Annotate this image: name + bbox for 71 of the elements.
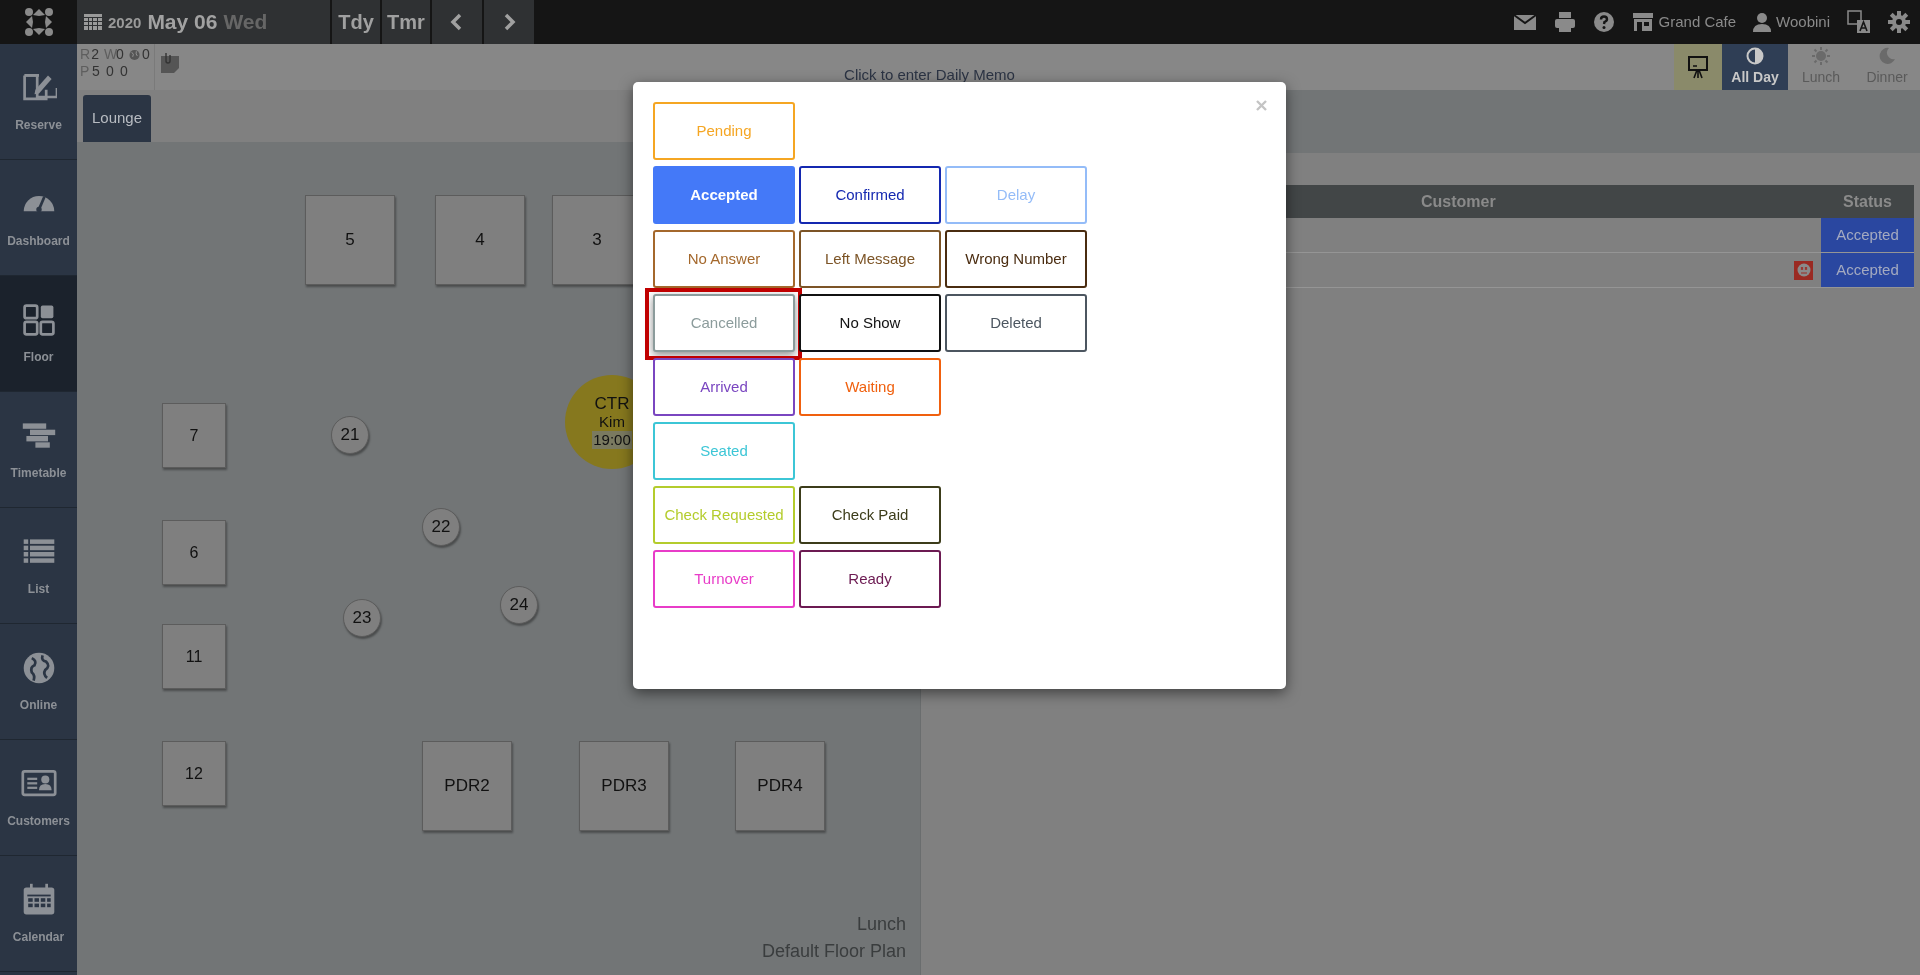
sun-icon: [1812, 46, 1830, 65]
floor-table[interactable]: 23: [343, 599, 381, 637]
status-button[interactable]: Accepted: [653, 166, 795, 224]
store-icon: [1631, 12, 1654, 32]
floor-table[interactable]: 4: [435, 195, 525, 285]
floor-table[interactable]: 6: [162, 520, 226, 585]
status-button[interactable]: Left Message: [799, 230, 941, 288]
floor-table[interactable]: 11: [162, 624, 226, 689]
previous-day-button[interactable]: [432, 0, 482, 44]
column-header: Customer: [1421, 191, 1496, 212]
user-button[interactable]: Woobini: [1753, 10, 1830, 34]
counter-value: 5: [92, 63, 101, 80]
daily-memo-link[interactable]: Click to enter Daily Memo: [844, 63, 1015, 86]
date-text: May 06: [147, 9, 218, 36]
status-button[interactable]: Confirmed: [799, 166, 941, 224]
translate-icon[interactable]: [1847, 10, 1871, 34]
moon-icon: [1878, 46, 1896, 65]
table-name: CTR: [594, 395, 630, 413]
floor-table[interactable]: PDR4: [735, 741, 825, 831]
status-cell: Accepted: [1821, 253, 1914, 287]
status-button[interactable]: Turnover: [653, 550, 795, 608]
floor-plan-name: Default Floor Plan: [761, 940, 906, 963]
logo-icon: [23, 7, 54, 37]
column-header: Status: [1842, 191, 1893, 212]
guest-name: Kim: [599, 413, 625, 431]
venue-button[interactable]: Grand Cafe: [1631, 10, 1737, 34]
grid-icon: [20, 301, 57, 338]
counter-value: 0: [120, 63, 129, 80]
calendar-grid-icon: [84, 14, 102, 30]
status-button[interactable]: Arrived: [653, 358, 795, 416]
floor-table[interactable]: 21: [331, 416, 369, 454]
meal-period-tab[interactable]: All Day: [1722, 44, 1788, 90]
settings-icon[interactable]: [1888, 11, 1910, 33]
status-button[interactable]: Waiting: [799, 358, 941, 416]
counter-value: 0: [116, 46, 125, 63]
person-icon: [1753, 12, 1772, 32]
mail-icon[interactable]: [1512, 12, 1537, 32]
day-button[interactable]: Tmr: [382, 0, 430, 44]
booking-time: 19:00: [592, 431, 632, 449]
close-icon: [1255, 99, 1267, 111]
status-button[interactable]: Cancelled: [653, 294, 795, 352]
status-cell: Accepted: [1821, 218, 1914, 252]
status-button[interactable]: No Answer: [653, 230, 795, 288]
globe-icon: [129, 48, 141, 61]
floor-table[interactable]: 24: [500, 586, 538, 624]
floor-tab[interactable]: Lounge: [83, 95, 152, 142]
status-button[interactable]: Check Paid: [799, 486, 941, 544]
status-button[interactable]: No Show: [799, 294, 941, 352]
floor-table[interactable]: PDR2: [422, 741, 512, 831]
easel-icon: [1687, 55, 1709, 79]
floor-table[interactable]: 7: [162, 403, 226, 468]
presentation-button[interactable]: [1674, 44, 1722, 90]
floor-table[interactable]: PDR3: [579, 741, 669, 831]
counter-value: 0: [142, 46, 151, 63]
day-button[interactable]: Tdy: [332, 0, 380, 44]
floor-table[interactable]: 5: [305, 195, 395, 285]
printer-icon[interactable]: [1553, 11, 1576, 33]
status-button[interactable]: Ready: [799, 550, 941, 608]
year-text: 2020: [108, 13, 142, 34]
counter-value: 2: [91, 46, 100, 63]
half-circle-icon: [1746, 46, 1764, 65]
shift-label: Lunch: [856, 913, 906, 936]
next-day-button[interactable]: [484, 0, 534, 44]
status-button[interactable]: Deleted: [945, 294, 1087, 352]
floor-table[interactable]: 22: [422, 508, 460, 546]
floor-table[interactable]: 12: [162, 741, 226, 806]
help-icon[interactable]: [1592, 11, 1615, 33]
status-button[interactable]: Wrong Number: [945, 230, 1087, 288]
counter-value: 0: [106, 63, 115, 80]
sidebar-item[interactable]: Floor: [0, 276, 77, 392]
note-icon[interactable]: [160, 52, 180, 74]
